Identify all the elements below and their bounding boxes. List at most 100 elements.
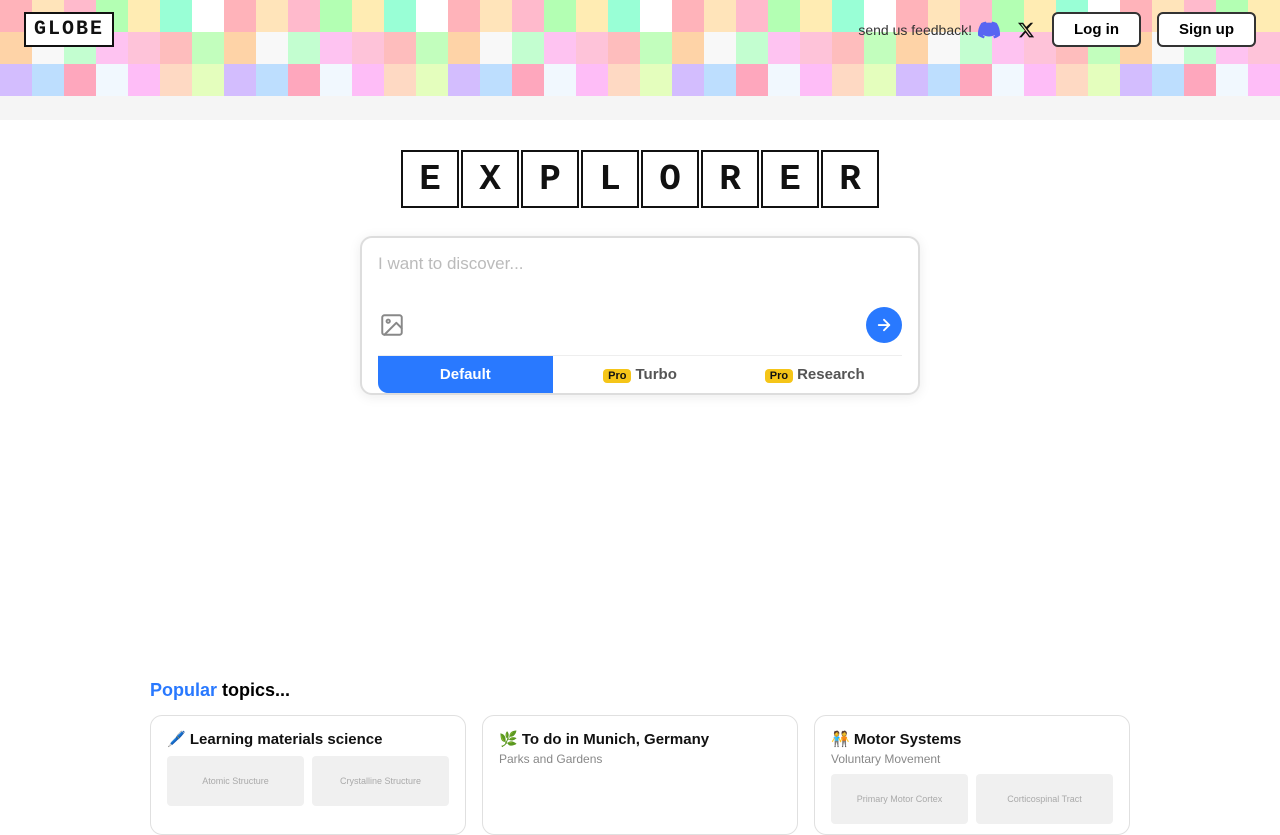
pixel-cell [416,64,448,96]
popular-highlight: Popular [150,680,217,700]
pixel-cell [160,64,192,96]
pixel-cell [736,64,768,96]
submit-button[interactable] [866,307,902,343]
pixel-cell [928,64,960,96]
pixel-cell [1184,64,1216,96]
image-upload-icon[interactable] [378,311,406,339]
preview-block: Atomic Structure [167,756,304,806]
pixel-cell [352,96,384,120]
pixel-cell [192,96,224,120]
pixel-cell [608,96,640,120]
pixel-cell [640,96,672,120]
tab-default[interactable]: Default [378,356,553,393]
pixel-cell [224,96,256,120]
x-social-icon[interactable] [1016,20,1036,40]
pixel-cell [384,96,416,120]
explorer-letter: R [701,150,759,208]
topic-card-subtitle: Voluntary Movement [831,752,1113,766]
pixel-cell [160,96,192,120]
pixel-cell [960,64,992,96]
topic-card-subtitle: Parks and Gardens [499,752,781,766]
pixel-cell [1088,96,1120,120]
pixel-cell [672,96,704,120]
tab-research[interactable]: Pro Research [727,356,902,393]
pixel-cell [1216,64,1248,96]
discord-icon [978,19,1000,41]
pixel-cell [640,64,672,96]
explorer-letter: O [641,150,699,208]
pixel-cell [832,64,864,96]
topic-card[interactable]: 🌿 To do in Munich, Germany Parks and Gard… [482,715,798,835]
search-container: Default Pro Turbo Pro Research [360,236,920,395]
pixel-cell [1120,64,1152,96]
pixel-cell [1120,96,1152,120]
explorer-heading: EXPLORER [400,150,880,208]
topic-card[interactable]: 🧑‍🤝‍🧑 Motor Systems Voluntary Movement Pri… [814,715,1130,835]
pixel-cell [224,64,256,96]
pixel-cell [608,64,640,96]
pixel-cell [416,96,448,120]
pro-badge-research: Pro [765,369,793,383]
tab-turbo[interactable]: Pro Turbo [553,356,728,393]
pixel-cell [320,96,352,120]
pixel-cell [64,64,96,96]
pixel-cell [544,96,576,120]
pixel-cell [480,96,512,120]
pixel-cell [672,64,704,96]
pixel-cell [480,64,512,96]
pixel-cell [896,96,928,120]
pixel-cell [1088,64,1120,96]
pixel-cell [384,64,416,96]
navbar: GLOBE send us feedback! Log in Sign up [0,0,1280,59]
pixel-cell [512,64,544,96]
pixel-cell [896,64,928,96]
explorer-letter: X [461,150,519,208]
pixel-cell [768,64,800,96]
pixel-cell [128,96,160,120]
pixel-cell [1184,96,1216,120]
pro-badge-turbo: Pro [603,369,631,383]
signup-button[interactable]: Sign up [1157,12,1256,47]
topic-card[interactable]: 🖊️ Learning materials science Atomic Stru… [150,715,466,835]
pixel-cell [288,96,320,120]
topic-card-preview: Primary Motor CortexCorticospinal Tract [831,774,1113,824]
popular-rest: topics... [217,680,290,700]
popular-title: Popular topics... [150,680,1130,701]
pixel-cell [576,96,608,120]
pixel-cell [1152,96,1184,120]
pixel-cell [256,64,288,96]
pixel-cell [800,64,832,96]
explorer-letter: P [521,150,579,208]
pixel-cell [992,64,1024,96]
topic-card-title: 🧑‍🤝‍🧑 Motor Systems [831,730,1113,748]
pixel-cell [1024,96,1056,120]
logo-text: GLOBE [34,18,104,41]
tab-turbo-label: Turbo [635,366,676,383]
pixel-cell [0,64,32,96]
pixel-cell [320,64,352,96]
pixel-cell [64,96,96,120]
topic-card-title: 🌿 To do in Munich, Germany [499,730,781,748]
pixel-cell [448,96,480,120]
pixel-cell [736,96,768,120]
pixel-cell [1024,64,1056,96]
pixel-cell [32,96,64,120]
topic-card-title: 🖊️ Learning materials science [167,730,449,748]
feedback-link[interactable]: send us feedback! [858,19,1000,41]
feedback-text: send us feedback! [858,22,972,38]
pixel-cell [704,64,736,96]
tab-research-label: Research [797,366,865,383]
explorer-letter: R [821,150,879,208]
logo[interactable]: GLOBE [24,12,114,47]
topic-card-preview: Atomic StructureCrystalline Structure [167,756,449,806]
preview-block: Primary Motor Cortex [831,774,968,824]
pixel-cell [288,64,320,96]
explorer-letter: E [401,150,459,208]
pixel-cell [352,64,384,96]
pixel-cell [1248,96,1280,120]
mode-tabs: Default Pro Turbo Pro Research [378,355,902,393]
pixel-cell [128,64,160,96]
login-button[interactable]: Log in [1052,12,1141,47]
search-input[interactable] [378,254,902,294]
pixel-cell [928,96,960,120]
